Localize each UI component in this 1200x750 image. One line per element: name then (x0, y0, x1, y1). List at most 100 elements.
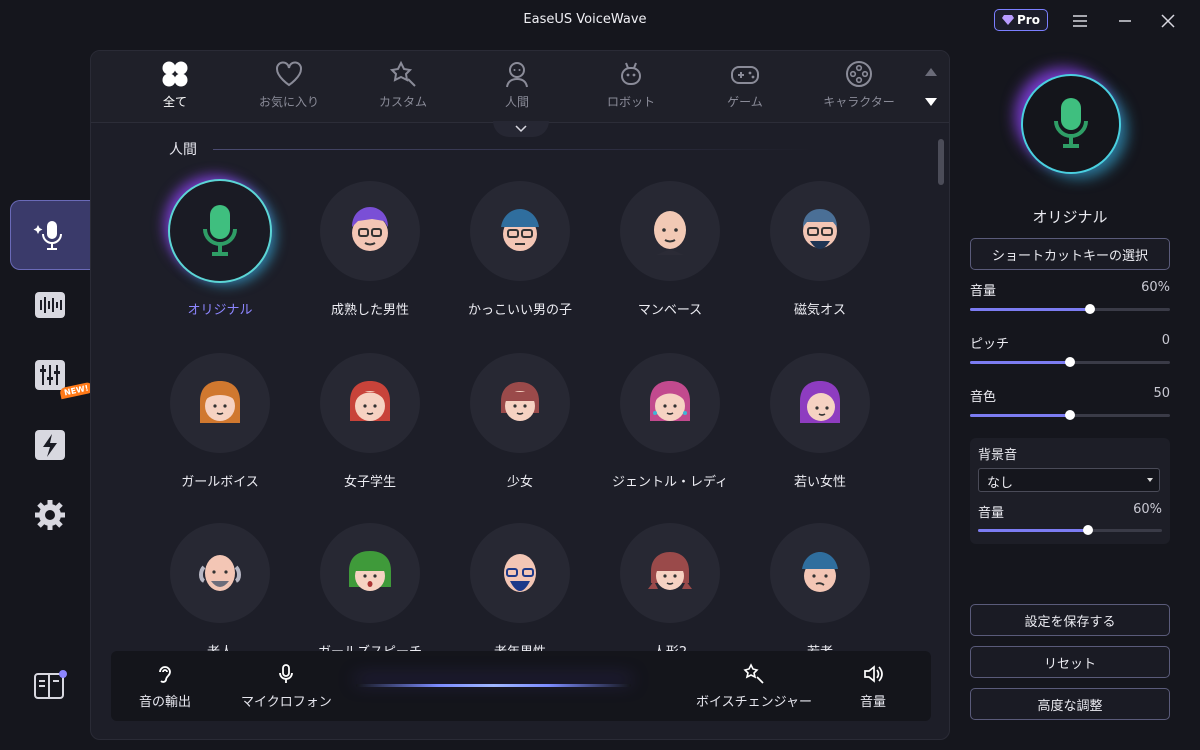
slider-value: 60% (1133, 502, 1162, 517)
voice-card[interactable]: ジェントル・レディ (595, 353, 745, 490)
title-bar: EaseUS VoiceWave Pro (0, 0, 1200, 42)
voice-card[interactable]: 女子学生 (295, 353, 445, 490)
dropdown-arrow-icon (1147, 478, 1153, 482)
voice-card[interactable]: ガールボイス (145, 353, 295, 490)
nav-mixer[interactable] (10, 340, 90, 410)
voice-changer-button[interactable]: ボイスチェンジャー (696, 663, 812, 710)
pro-label: Pro (1017, 13, 1040, 27)
nav-guide[interactable] (10, 650, 90, 720)
scrollbar-thumb[interactable] (938, 139, 944, 185)
category-scroll (921, 63, 941, 113)
slider-knob[interactable] (1065, 357, 1075, 367)
avatar (470, 181, 570, 281)
nav-settings[interactable] (10, 480, 90, 550)
section-divider (213, 149, 813, 150)
microphone-icon (279, 664, 294, 683)
collapse-tab[interactable] (493, 121, 549, 137)
green-hair-girl-icon (349, 551, 391, 591)
volume-slider[interactable]: 音量 60% (970, 280, 1170, 314)
timbre-slider[interactable]: 音色 50 (970, 386, 1170, 420)
background-sound-select[interactable]: なし (978, 468, 1160, 492)
slider-knob[interactable] (1083, 525, 1094, 535)
tab-label: お気に入り (258, 95, 319, 109)
audio-output-button[interactable]: 音の輸出 (139, 663, 191, 710)
lightning-icon (35, 430, 65, 460)
voice-label: オリジナル (187, 303, 253, 318)
settings-panel: オリジナル ショートカットキーの選択 音量 60% ピッチ 0 音色 50 背景… (955, 50, 1195, 740)
audio-output-label: 音の輸出 (139, 695, 192, 710)
elderly-man-icon (504, 554, 536, 592)
left-nav: NEW! (0, 42, 94, 750)
voice-card-original[interactable]: オリジナル (145, 181, 295, 318)
avatar (320, 523, 420, 623)
background-sound-box: 背景音 なし 音量 60% (970, 438, 1170, 544)
voice-card[interactable]: 磁気オス (745, 181, 895, 318)
voice-card[interactable]: 若者 (745, 523, 895, 660)
advanced-settings-button[interactable]: 高度な調整 (970, 688, 1170, 720)
shortcut-key-button[interactable]: ショートカットキーの選択 (970, 238, 1170, 270)
gamepad-icon (729, 59, 761, 89)
old-man-icon (199, 555, 241, 591)
nav-quick[interactable] (10, 410, 90, 480)
voice-library-panel: 全て お気に入り カスタム 人間 ロボット ゲーム キャラクター 人間 オリジナ… (90, 50, 950, 740)
doll-icon (648, 552, 692, 590)
avatar (620, 523, 720, 623)
close-icon[interactable] (1153, 8, 1183, 34)
avatar (320, 353, 420, 453)
magic-wand-icon (743, 663, 764, 684)
slider-value: 0 (1161, 333, 1170, 348)
menu-icon[interactable] (1065, 8, 1095, 34)
tab-human[interactable]: 人間 (467, 59, 567, 119)
slider-knob[interactable] (1085, 304, 1095, 314)
voice-card[interactable]: かっこいい男の子 (445, 181, 595, 318)
diamond-icon (1002, 15, 1015, 25)
tab-robot[interactable]: ロボット (581, 59, 681, 119)
slider-track[interactable] (970, 410, 1170, 420)
tab-favorites[interactable]: お気に入り (239, 59, 339, 119)
microphone-button[interactable]: マイクロフォン (241, 663, 332, 710)
tab-custom[interactable]: カスタム (353, 59, 453, 119)
nav-voice-changer[interactable] (10, 200, 90, 270)
slider-knob[interactable] (1065, 410, 1075, 420)
nav-soundboard[interactable] (10, 270, 90, 340)
mature-man-icon (352, 207, 388, 251)
slider-fill (970, 361, 1070, 364)
slider-label: ピッチ (970, 337, 1010, 352)
voice-card[interactable]: ガールズスピーチ (295, 523, 445, 660)
audio-waveform (356, 684, 631, 687)
equalizer-icon (35, 360, 65, 390)
speaker-icon (864, 665, 883, 683)
youth-cap-icon (802, 552, 838, 592)
save-settings-button[interactable]: 設定を保存する (970, 604, 1170, 636)
young-woman-icon (800, 381, 840, 423)
voice-card[interactable]: マンベース (595, 181, 745, 318)
voice-card[interactable]: 老人 (145, 523, 295, 660)
background-volume-slider[interactable]: 音量 60% (978, 502, 1162, 535)
background-sound-label: 背景音 (978, 448, 1018, 463)
reset-button[interactable]: リセット (970, 646, 1170, 678)
voice-label: 若い女性 (793, 475, 846, 490)
tab-all[interactable]: 全て (125, 59, 225, 119)
slider-fill (978, 529, 1089, 532)
voice-card[interactable]: 少女 (445, 353, 595, 490)
pitch-slider[interactable]: ピッチ 0 (970, 333, 1170, 367)
volume-button[interactable]: 音量 (860, 663, 886, 710)
voice-card[interactable]: 成熟した男性 (295, 181, 445, 318)
voice-card[interactable]: 人形2 (595, 523, 745, 660)
custom-star-icon (387, 59, 419, 89)
minimize-icon[interactable] (1110, 8, 1140, 34)
triangle-down-icon[interactable] (924, 97, 938, 107)
tab-game[interactable]: ゲーム (695, 59, 795, 119)
avatar (770, 353, 870, 453)
voice-card[interactable]: 老年男性 (445, 523, 595, 660)
tab-label: 全て (162, 95, 187, 109)
selected-voice-name: オリジナル (1032, 208, 1108, 226)
tab-character[interactable]: キャラクター (809, 59, 909, 119)
girl-icon (200, 381, 240, 423)
slider-track[interactable] (970, 357, 1170, 367)
triangle-up-icon[interactable] (924, 67, 938, 77)
slider-track[interactable] (978, 525, 1162, 535)
pro-button[interactable]: Pro (994, 9, 1048, 31)
slider-track[interactable] (970, 304, 1170, 314)
voice-card[interactable]: 若い女性 (745, 353, 895, 490)
